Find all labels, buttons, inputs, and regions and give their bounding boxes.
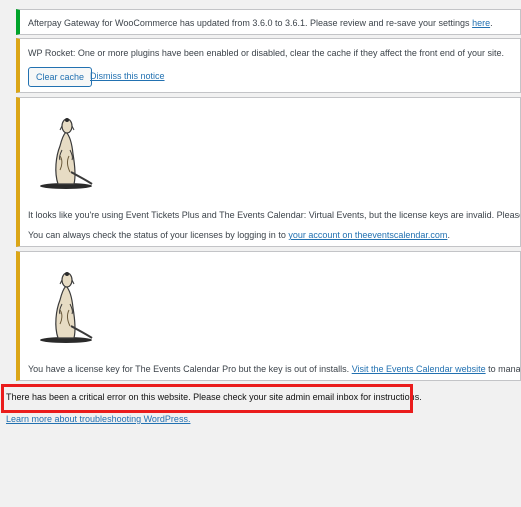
clear-cache-button[interactable]: Clear cache: [28, 67, 93, 87]
license-status-text: You can always check the status of your …: [28, 230, 289, 240]
events-pro-notice-row: You have a license key for The Events Ca…: [28, 364, 521, 374]
wp-rocket-notice-text-row: WP Rocket: One or more plugins have been…: [28, 48, 504, 58]
wp-rocket-notice: WP Rocket: One or more plugins have been…: [16, 38, 521, 93]
event-tickets-license-notice: It looks like you're using Event Tickets…: [16, 97, 521, 247]
troubleshooting-link[interactable]: Learn more about troubleshooting WordPre…: [6, 414, 190, 424]
afterpay-notice-text-row: Afterpay Gateway for WooCommerce has upd…: [28, 18, 493, 28]
event-tickets-notice-text: It looks like you're using Event Tickets…: [28, 210, 521, 220]
dismiss-notice-link[interactable]: Dismiss this notice: [90, 71, 165, 81]
events-calendar-website-link[interactable]: Visit the Events Calendar website: [352, 364, 486, 374]
meerkat-icon: [40, 118, 93, 189]
events-calendar-pro-notice: You have a license key for The Events Ca…: [16, 251, 521, 381]
events-pro-notice-suffix: to manage your: [488, 364, 521, 374]
events-account-link[interactable]: your account on theeventscalendar.com: [288, 230, 447, 240]
wp-rocket-label: WP Rocket:: [28, 48, 76, 58]
license-status-row: You can always check the status of your …: [28, 230, 450, 240]
license-status-suffix: .: [447, 230, 450, 240]
critical-error-highlight-box: [1, 384, 413, 413]
afterpay-update-notice: Afterpay Gateway for WooCommerce has upd…: [16, 9, 521, 35]
wp-rocket-notice-text: One or more plugins have been enabled or…: [75, 48, 504, 58]
afterpay-here-link[interactable]: here: [472, 18, 490, 28]
events-pro-notice-text: You have a license key for The Events Ca…: [28, 364, 352, 374]
afterpay-notice-text: Afterpay Gateway for WooCommerce has upd…: [28, 18, 470, 28]
meerkat-icon: [40, 272, 93, 343]
afterpay-notice-suffix: .: [490, 18, 493, 28]
